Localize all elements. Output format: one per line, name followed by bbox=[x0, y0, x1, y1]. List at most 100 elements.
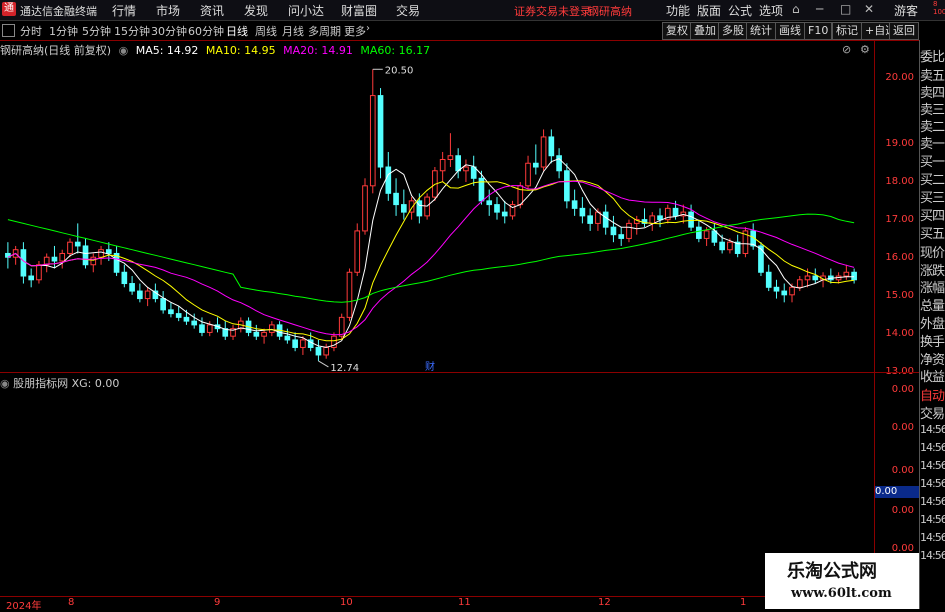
menu-wenxiaoda[interactable]: 问小达 bbox=[288, 2, 324, 19]
candle-body bbox=[688, 211, 694, 228]
period-5min[interactable]: 5分钟 bbox=[82, 23, 111, 39]
candle-body bbox=[610, 226, 617, 236]
candle-body bbox=[300, 339, 306, 348]
candle-body bbox=[781, 290, 788, 296]
candle-body bbox=[439, 158, 446, 172]
period-30min[interactable]: 30分钟 bbox=[151, 23, 187, 39]
menu-jiaoyi[interactable]: 交易 bbox=[396, 2, 420, 19]
menu-xuanxiang[interactable]: 选项 bbox=[759, 2, 783, 19]
candle-body bbox=[812, 275, 819, 281]
login-warning[interactable]: 证券交易未登录 bbox=[514, 3, 591, 19]
period-1min[interactable]: 1分钟 bbox=[49, 23, 78, 39]
tick-time: 14:56 bbox=[920, 549, 945, 562]
trade-label[interactable]: 交易 bbox=[920, 403, 945, 422]
high-price-label: 20.50 bbox=[385, 65, 414, 76]
event-marker[interactable]: 财 bbox=[425, 358, 435, 373]
candle-body bbox=[579, 207, 586, 217]
candle-body bbox=[36, 264, 42, 281]
side-label: 买四 bbox=[920, 209, 945, 224]
candle-body bbox=[587, 215, 593, 224]
candle-body bbox=[501, 211, 508, 217]
close-icon[interactable]: ✕ bbox=[864, 2, 874, 16]
candle-body bbox=[168, 309, 174, 315]
candle-body bbox=[463, 166, 469, 172]
candle-body bbox=[160, 298, 166, 311]
indicator-chart[interactable] bbox=[0, 373, 874, 596]
menu-shichang[interactable]: 市场 bbox=[156, 2, 180, 19]
candle-body bbox=[59, 252, 66, 262]
date-tick: 9 bbox=[214, 597, 221, 608]
watermark-text: 乐淘公式网 bbox=[787, 561, 877, 582]
candle-body bbox=[269, 324, 275, 333]
candle-body bbox=[571, 200, 578, 209]
biaoji-button[interactable]: 标记 bbox=[832, 22, 862, 40]
period-15min[interactable]: 15分钟 bbox=[114, 23, 150, 39]
toggle-panel-icon[interactable] bbox=[2, 24, 15, 37]
menu-gongshi[interactable]: 公式 bbox=[728, 2, 752, 19]
candle-body bbox=[455, 155, 462, 172]
candle-body bbox=[540, 136, 547, 168]
menu-caifuquan[interactable]: 财富圈 bbox=[341, 2, 377, 19]
candle-body bbox=[284, 335, 291, 341]
candle-body bbox=[758, 245, 764, 273]
minimize-icon[interactable]: ─ bbox=[816, 2, 823, 16]
indicator-current-value: 0.00 bbox=[875, 486, 919, 498]
tongji-button[interactable]: 统计 bbox=[746, 22, 776, 40]
ma20-line bbox=[7, 180, 855, 336]
period-weekly[interactable]: 周线 bbox=[255, 23, 277, 39]
menu-gongneng[interactable]: 功能 bbox=[666, 2, 690, 19]
period-multi[interactable]: 多周期 bbox=[308, 23, 341, 39]
period-daily[interactable]: 日线 bbox=[226, 23, 248, 39]
guest-label[interactable]: 游客 bbox=[894, 2, 918, 19]
candle-body bbox=[843, 271, 850, 277]
period-fenshi[interactable]: 分时 bbox=[20, 23, 42, 39]
side-label: 总量 bbox=[920, 299, 945, 314]
low-price-label: 12.74 bbox=[330, 363, 359, 372]
app-logo-icon: 通 bbox=[2, 2, 16, 16]
maximize-icon[interactable]: □ bbox=[840, 2, 851, 16]
chat-icon[interactable]: ⌂ bbox=[792, 2, 800, 16]
period-monthly[interactable]: 月线 bbox=[282, 23, 304, 39]
candle-body bbox=[525, 162, 531, 187]
ma10-line bbox=[7, 180, 855, 342]
date-tick: 11 bbox=[458, 597, 471, 608]
candle-body bbox=[400, 204, 407, 213]
duogu-button[interactable]: 多股 bbox=[718, 22, 748, 40]
candle-body bbox=[696, 226, 702, 239]
period-60min[interactable]: 60分钟 bbox=[188, 23, 224, 39]
kline-chart[interactable]: 20.50 12.74 bbox=[0, 40, 874, 372]
menu-zixun[interactable]: 资讯 bbox=[200, 2, 224, 19]
price-tick: 14.00 bbox=[885, 328, 914, 339]
side-label: 涨幅 bbox=[920, 281, 945, 296]
side-label: 外盘 bbox=[920, 317, 945, 332]
candle-body bbox=[346, 271, 353, 318]
candle-body bbox=[789, 286, 795, 296]
candle-body bbox=[199, 324, 205, 333]
candle-body bbox=[323, 346, 330, 356]
menu-faxian[interactable]: 发现 bbox=[244, 2, 268, 19]
candle-body bbox=[191, 320, 198, 326]
candle-body bbox=[703, 230, 710, 239]
candle-body bbox=[51, 256, 58, 262]
period-more[interactable]: 更多 bbox=[344, 23, 366, 39]
f10-button[interactable]: F10 bbox=[804, 22, 833, 40]
candle-body bbox=[121, 271, 128, 285]
candle-body bbox=[773, 286, 780, 292]
candle-body bbox=[564, 170, 570, 202]
candle-body bbox=[67, 241, 73, 254]
auto-trade-label[interactable]: 自动 bbox=[920, 385, 945, 404]
diejia-button[interactable]: 叠加 bbox=[690, 22, 720, 40]
candle-body bbox=[183, 316, 190, 322]
candle-body bbox=[377, 95, 384, 168]
menu-hangqing[interactable]: 行情 bbox=[112, 2, 136, 19]
more-chevron-icon[interactable]: › bbox=[366, 23, 370, 34]
back-button[interactable]: 返回 bbox=[889, 22, 919, 40]
fuquan-button[interactable]: 复权 bbox=[662, 22, 692, 40]
candle-body bbox=[385, 166, 392, 194]
price-tick: 15.00 bbox=[885, 290, 914, 301]
candle-body bbox=[649, 215, 656, 224]
huaxian-button[interactable]: 画线 bbox=[775, 22, 805, 40]
side-label: 买五 bbox=[920, 227, 945, 242]
candle-body bbox=[851, 271, 857, 281]
menu-banmian[interactable]: 版面 bbox=[697, 2, 721, 19]
